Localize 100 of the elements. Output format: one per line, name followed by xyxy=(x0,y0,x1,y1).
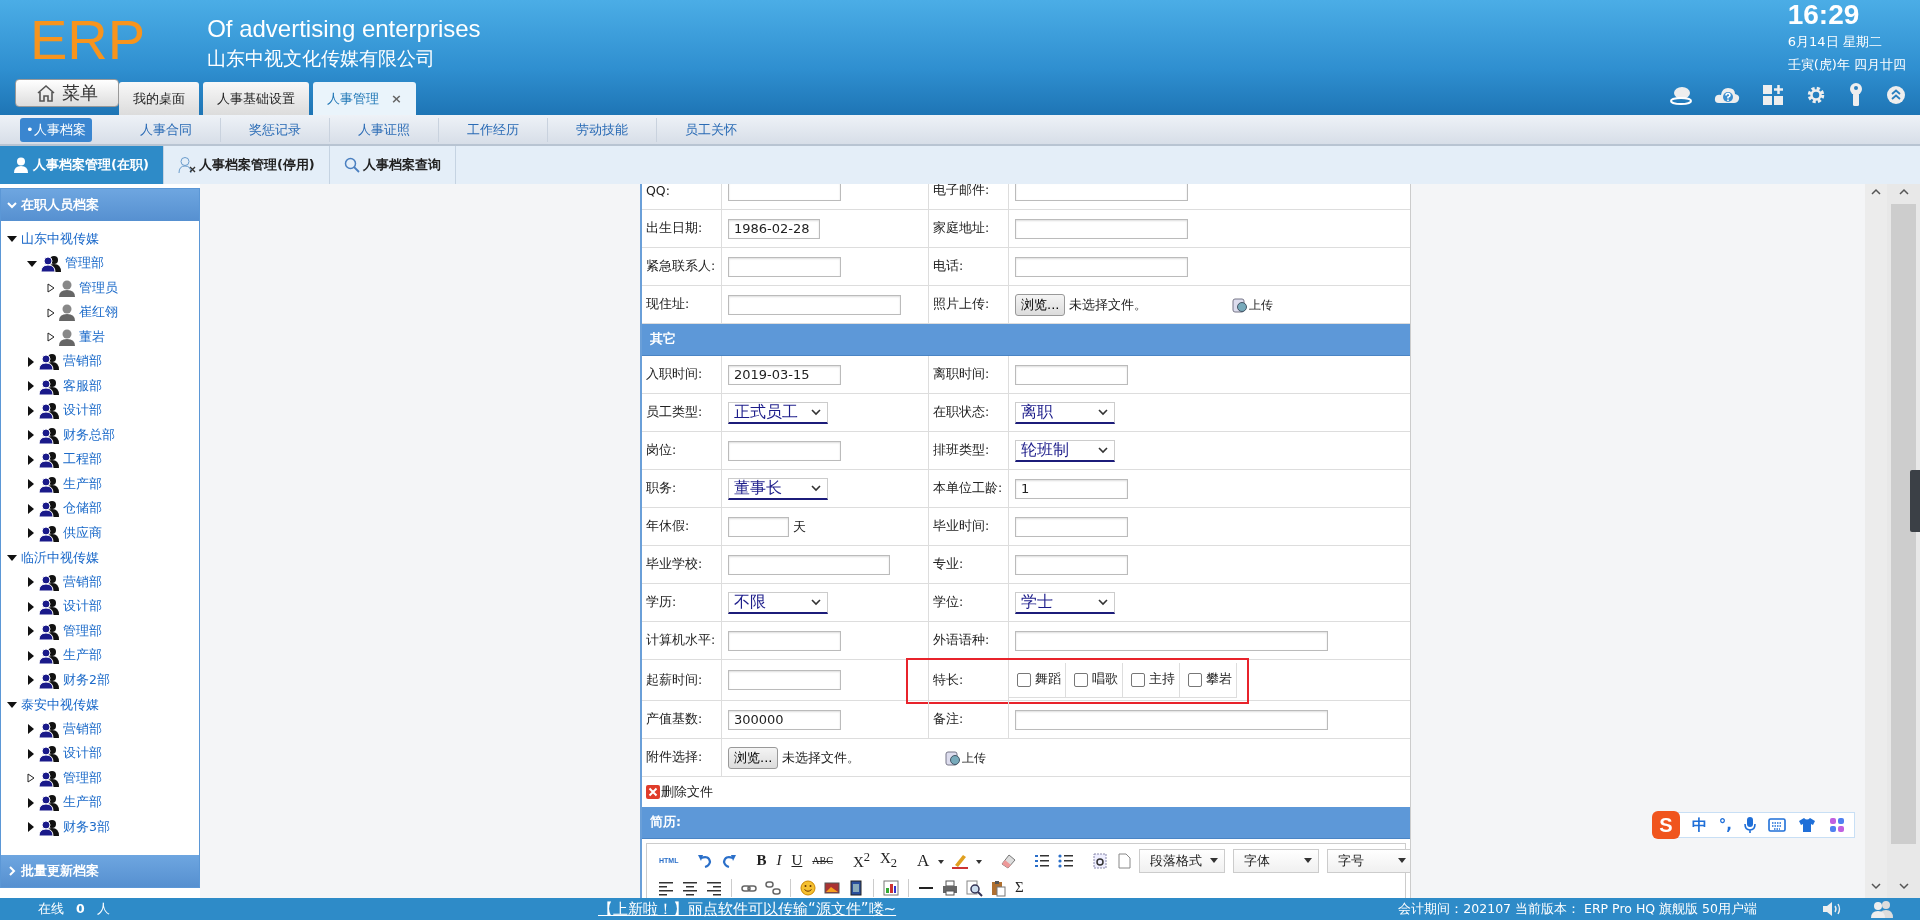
format-button[interactable]: Σ xyxy=(1013,879,1026,896)
dropdown[interactable]: 不限 xyxy=(728,591,828,614)
tree-item[interactable]: 管理部 xyxy=(63,622,102,640)
text-field[interactable] xyxy=(728,630,841,651)
chart-icon[interactable] xyxy=(882,878,900,897)
nav-item[interactable]: 工作经历 xyxy=(438,117,548,142)
tree-item[interactable]: 管理员 xyxy=(79,279,118,297)
keyboard-icon[interactable] xyxy=(1768,818,1786,832)
dropdown[interactable]: 董事长 xyxy=(728,477,828,500)
expand-arrow-icon[interactable] xyxy=(27,748,35,759)
side-handle[interactable] xyxy=(1910,470,1920,532)
nav-item[interactable]: 人事证照 xyxy=(329,117,439,142)
key-icon[interactable] xyxy=(1848,83,1864,107)
film-icon[interactable] xyxy=(847,878,865,897)
upload-button[interactable]: 上传 xyxy=(944,748,987,767)
text-field[interactable] xyxy=(1015,184,1188,201)
text-field[interactable] xyxy=(1015,364,1128,385)
users-icon[interactable] xyxy=(1869,900,1895,918)
expand-arrow-icon[interactable] xyxy=(27,675,35,686)
checkbox[interactable] xyxy=(1017,672,1031,687)
leaf-arrow-icon[interactable] xyxy=(47,332,55,343)
scroll-up-icon[interactable] xyxy=(1871,188,1881,195)
collapse-icon[interactable] xyxy=(1886,85,1906,105)
apps-icon[interactable] xyxy=(1828,816,1846,834)
text-field[interactable]: 1 xyxy=(1015,478,1128,499)
tree-item[interactable]: 设计部 xyxy=(63,745,102,763)
expand-arrow-icon[interactable] xyxy=(27,822,35,833)
format-button[interactable]: ABC xyxy=(810,855,835,866)
tree-item[interactable]: 供应商 xyxy=(63,524,102,542)
zoom-icon[interactable] xyxy=(965,878,983,897)
text-field[interactable] xyxy=(728,670,841,690)
expand-arrow-icon[interactable] xyxy=(27,503,35,514)
expand-arrow-icon[interactable] xyxy=(27,430,35,441)
format-dropdown[interactable]: 字体 xyxy=(1233,848,1320,873)
checkbox-option[interactable]: 唱歌 xyxy=(1066,662,1123,697)
tab[interactable]: 人事管理 × xyxy=(313,82,416,115)
shirt-icon[interactable] xyxy=(1798,817,1816,833)
expand-arrow-icon[interactable] xyxy=(27,724,35,735)
format-button[interactable]: A xyxy=(915,850,932,871)
format-dropdown[interactable]: 字号 xyxy=(1327,848,1410,873)
settings-icon[interactable] xyxy=(1806,85,1826,105)
tree-item[interactable]: 山东中视传媒 xyxy=(21,230,99,249)
tree-item[interactable]: 财务总部 xyxy=(63,426,115,444)
nav-item[interactable]: 员工关怀 xyxy=(656,117,765,142)
chat-icon[interactable] xyxy=(1670,85,1692,105)
dropdown[interactable]: 轮班制 xyxy=(1015,439,1115,462)
tree-item[interactable]: 生产部 xyxy=(63,475,102,493)
tree-item[interactable]: 仓储部 xyxy=(63,500,102,518)
text-field[interactable] xyxy=(1015,516,1128,537)
scroll-down-icon[interactable] xyxy=(1898,883,1909,890)
expand-arrow-icon[interactable] xyxy=(27,601,35,612)
text-field[interactable] xyxy=(1015,256,1188,277)
tree-item[interactable]: 营销部 xyxy=(63,720,102,738)
expand-arrow-icon[interactable] xyxy=(27,381,35,392)
nav-item[interactable]: 奖惩记录 xyxy=(220,117,330,142)
format-button[interactable]: X$_{2}$ xyxy=(877,850,900,871)
tree-item[interactable]: 管理部 xyxy=(65,255,104,273)
text-field[interactable]: 300000 xyxy=(728,709,841,730)
tree-item[interactable]: 客服部 xyxy=(63,377,102,395)
collapse-arrow-icon[interactable] xyxy=(7,235,17,244)
notice-link[interactable]: 【上新啦！】丽点软件可以传输“源文件”喽~ xyxy=(598,899,897,919)
tree-item[interactable]: 泰安中视传媒 xyxy=(21,695,99,714)
expand-arrow-icon[interactable] xyxy=(27,797,35,808)
ime-button[interactable]: 中 xyxy=(1691,815,1707,835)
text-field[interactable]: 2019-03-15 xyxy=(728,364,841,385)
tree-item[interactable]: 财务2部 xyxy=(63,671,110,689)
expand-arrow-icon[interactable] xyxy=(27,405,35,416)
menu-button[interactable]: 菜单 xyxy=(15,79,119,107)
tree-item[interactable]: 财务3部 xyxy=(63,818,110,836)
format-button[interactable]: I xyxy=(774,852,784,869)
tree-item[interactable]: 董岩 xyxy=(79,328,105,346)
text-field[interactable] xyxy=(1015,554,1128,575)
leaf-arrow-icon[interactable] xyxy=(47,283,55,294)
smiley-icon[interactable] xyxy=(799,878,817,897)
text-field[interactable] xyxy=(728,440,841,461)
add-tiles-icon[interactable] xyxy=(1762,84,1784,106)
nav-item[interactable]: 劳动技能 xyxy=(547,117,657,142)
text-field[interactable] xyxy=(1015,630,1328,651)
text-field[interactable]: 1986-02-28 xyxy=(728,218,820,239)
collapse-arrow-icon[interactable] xyxy=(7,553,17,562)
expand-arrow-icon[interactable] xyxy=(27,577,35,588)
format-button[interactable]: X$^{2}$ xyxy=(850,850,872,871)
scroll-up-icon[interactable] xyxy=(1898,188,1909,195)
browse-button[interactable]: 浏览... xyxy=(1015,293,1066,316)
leaf-arrow-icon[interactable] xyxy=(47,307,55,318)
format-button[interactable]: U xyxy=(789,852,805,869)
scrollbar[interactable] xyxy=(1887,184,1920,898)
expand-arrow-icon[interactable] xyxy=(27,528,35,539)
format-button[interactable]: B xyxy=(754,852,769,869)
tree-item[interactable]: 崔红翎 xyxy=(79,304,118,322)
page-tab[interactable]: 人事档案管理(在职) xyxy=(0,146,164,184)
tab[interactable]: 人事基础设置 xyxy=(203,82,309,115)
expand-arrow-icon[interactable] xyxy=(27,650,35,661)
dropdown[interactable]: 学士 xyxy=(1015,591,1115,614)
nav-item[interactable]: 人事合同 xyxy=(111,117,221,142)
microphone-icon[interactable] xyxy=(1744,816,1756,834)
ime-button[interactable]: °, xyxy=(1718,816,1732,834)
checkbox[interactable] xyxy=(1188,672,1202,687)
checkbox[interactable] xyxy=(1131,672,1145,687)
scroll-down-icon[interactable] xyxy=(1871,883,1881,890)
